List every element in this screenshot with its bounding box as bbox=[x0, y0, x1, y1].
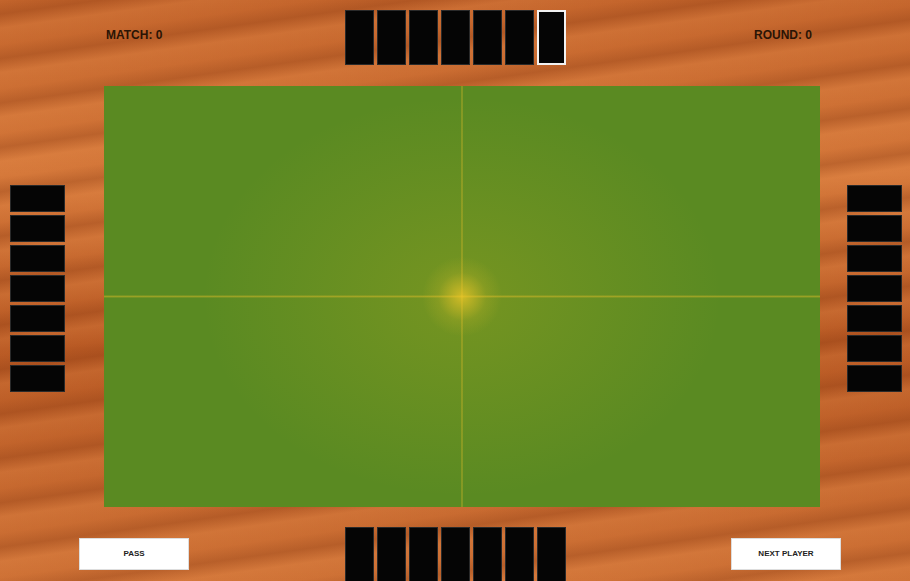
card-back[interactable] bbox=[847, 335, 902, 362]
card-back[interactable] bbox=[377, 10, 406, 65]
card-back[interactable] bbox=[847, 365, 902, 392]
card-back[interactable] bbox=[409, 527, 438, 581]
pass-button[interactable]: PASS bbox=[79, 538, 189, 570]
card-back[interactable] bbox=[537, 527, 566, 581]
east-hand bbox=[847, 185, 902, 392]
card-back[interactable] bbox=[847, 305, 902, 332]
card-back[interactable] bbox=[409, 10, 438, 65]
next-area: NEXT PLAYER bbox=[566, 507, 910, 570]
card-back[interactable] bbox=[441, 10, 470, 65]
card-table: MATCH: 0 ROUND: 0 PASS NEXT PLAYER bbox=[0, 0, 910, 581]
top-bar: MATCH: 0 ROUND: 0 bbox=[0, 0, 910, 86]
card-back[interactable] bbox=[10, 185, 65, 212]
card-back[interactable] bbox=[537, 10, 566, 65]
card-back[interactable] bbox=[505, 10, 534, 65]
pass-area: PASS bbox=[0, 507, 345, 570]
card-back[interactable] bbox=[345, 527, 374, 581]
card-back[interactable] bbox=[10, 245, 65, 272]
card-back[interactable] bbox=[847, 275, 902, 302]
card-back[interactable] bbox=[10, 275, 65, 302]
card-back[interactable] bbox=[441, 527, 470, 581]
card-back[interactable] bbox=[505, 527, 534, 581]
card-back[interactable] bbox=[473, 527, 502, 581]
bottom-bar: PASS NEXT PLAYER bbox=[0, 507, 910, 581]
north-hand bbox=[345, 0, 566, 65]
west-hand bbox=[10, 185, 65, 392]
card-back[interactable] bbox=[345, 10, 374, 65]
match-score: MATCH: 0 bbox=[0, 0, 345, 44]
card-back[interactable] bbox=[377, 527, 406, 581]
table-felt bbox=[104, 86, 820, 507]
card-back[interactable] bbox=[10, 335, 65, 362]
south-hand bbox=[345, 507, 566, 581]
card-back[interactable] bbox=[847, 185, 902, 212]
card-back[interactable] bbox=[10, 215, 65, 242]
east-seat bbox=[820, 86, 910, 507]
card-back[interactable] bbox=[847, 215, 902, 242]
card-back[interactable] bbox=[10, 365, 65, 392]
west-seat bbox=[0, 86, 104, 507]
card-back[interactable] bbox=[847, 245, 902, 272]
card-back[interactable] bbox=[473, 10, 502, 65]
next-player-button[interactable]: NEXT PLAYER bbox=[731, 538, 841, 570]
card-back[interactable] bbox=[10, 305, 65, 332]
round-score: ROUND: 0 bbox=[566, 0, 910, 44]
